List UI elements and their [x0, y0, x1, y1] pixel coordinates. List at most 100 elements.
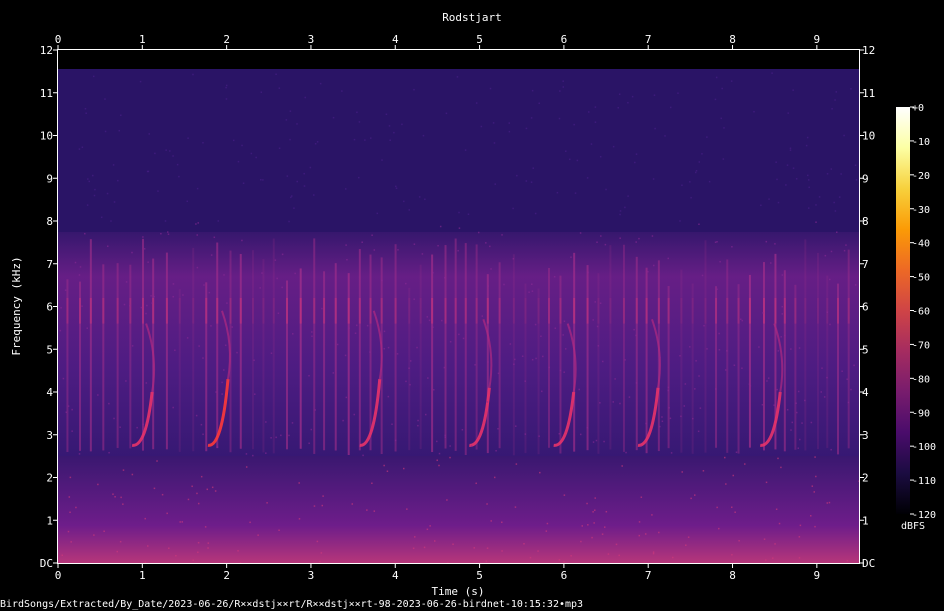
noise-pixel	[806, 174, 809, 177]
noise-pixel	[692, 417, 694, 420]
x-tick-label-top: 0	[55, 33, 62, 46]
noise-pixel	[628, 396, 631, 398]
y-tick-label-left: 8	[46, 215, 53, 228]
noise-pixel	[464, 149, 467, 151]
noise-pixel	[778, 522, 781, 525]
noise-pixel	[724, 456, 726, 459]
noise-pixel	[834, 210, 837, 212]
noise-pixel	[387, 395, 390, 398]
noise-pixel	[405, 380, 407, 383]
noise-pixel	[531, 89, 534, 92]
noise-pixel	[573, 123, 575, 126]
x-tick-label-bottom: 6	[561, 569, 568, 582]
noise-pixel	[530, 117, 533, 119]
colorbar-tick-label: -110	[912, 476, 936, 487]
y-tick-label-right: 4	[862, 386, 869, 399]
noise-pixel	[718, 332, 720, 335]
click-streak-core	[205, 297, 208, 324]
click-streak-core	[431, 297, 434, 324]
colorbar-ticks: +0 -10 -20 -30 -40 -50 -60 -70 -80 -90 -100 -110 -12…	[910, 103, 936, 521]
noise-pixel	[829, 323, 831, 326]
noise-pixel	[798, 438, 801, 441]
noise-pixel	[714, 388, 717, 390]
click-streak-core	[178, 297, 181, 324]
noise-pixel	[104, 130, 107, 133]
noise-pixel	[601, 360, 604, 363]
noise-pixel	[112, 493, 114, 495]
noise-pixel	[814, 456, 816, 458]
noise-pixel	[167, 233, 170, 235]
noise-pixel	[402, 467, 405, 470]
click-streak	[475, 244, 478, 450]
noise-pixel	[808, 186, 810, 189]
y-tick-label-right: 6	[862, 301, 869, 314]
x-tick-label-top: 1	[139, 33, 146, 46]
noise-pixel	[166, 512, 168, 515]
noise-pixel	[593, 522, 595, 524]
noise-pixel	[125, 281, 128, 283]
noise-pixel	[503, 283, 505, 286]
noise-pixel	[409, 360, 412, 362]
noise-pixel	[150, 295, 152, 297]
colorbar-tick-label: -90	[912, 408, 930, 419]
noise-pixel	[166, 231, 169, 233]
noise-pixel	[429, 525, 431, 527]
noise-pixel	[223, 369, 225, 371]
noise-pixel	[618, 93, 621, 95]
noise-pixel	[108, 402, 110, 405]
noise-pixel	[541, 390, 543, 393]
noise-pixel	[530, 181, 533, 183]
noise-pixel	[409, 383, 411, 386]
noise-pixel	[144, 561, 147, 563]
noise-pixel	[204, 526, 207, 528]
noise-pixel	[840, 173, 842, 175]
y-tick-label-left: 10	[40, 130, 53, 143]
noise-pixel	[221, 381, 223, 384]
noise-pixel	[412, 547, 415, 550]
noise-pixel	[444, 436, 447, 439]
noise-pixel	[119, 540, 122, 543]
noise-pixel	[78, 274, 81, 276]
noise-pixel	[773, 404, 775, 406]
noise-pixel	[854, 164, 857, 167]
noise-pixel	[845, 244, 847, 246]
noise-pixel	[562, 334, 564, 336]
noise-pixel	[172, 283, 175, 285]
noise-pixel	[758, 346, 760, 348]
click-streak	[804, 239, 807, 451]
noise-pixel	[449, 341, 452, 343]
noise-pixel	[830, 250, 833, 253]
click-streak	[547, 267, 550, 448]
noise-pixel	[508, 122, 510, 124]
noise-pixel	[74, 261, 77, 264]
noise-pixel	[604, 243, 607, 246]
noise-pixel	[168, 547, 170, 549]
noise-pixel	[217, 220, 220, 222]
noise-pixel	[296, 180, 298, 183]
noise-pixel	[225, 84, 228, 87]
noise-pixel	[762, 312, 764, 314]
noise-pixel	[734, 511, 736, 513]
noise-pixel	[278, 147, 281, 150]
noise-pixel	[659, 356, 661, 359]
noise-pixel	[78, 453, 81, 455]
noise-pixel	[612, 401, 615, 403]
click-streak-core	[192, 297, 195, 324]
click-streak	[762, 262, 765, 451]
noise-pixel	[172, 295, 174, 298]
click-streak	[444, 245, 447, 449]
noise-pixel	[497, 372, 500, 375]
noise-pixel	[142, 236, 144, 238]
noise-pixel	[512, 257, 515, 260]
y-tick-label-left: 3	[46, 429, 53, 442]
noise-pixel	[169, 150, 171, 152]
noise-pixel	[683, 405, 686, 407]
noise-pixel	[417, 419, 419, 422]
click-streak-core	[573, 297, 576, 324]
noise-pixel	[725, 483, 727, 485]
noise-pixel	[145, 312, 147, 315]
noise-pixel	[61, 554, 64, 556]
noise-pixel	[139, 80, 142, 83]
noise-pixel	[815, 475, 817, 478]
noise-pixel	[110, 220, 112, 222]
